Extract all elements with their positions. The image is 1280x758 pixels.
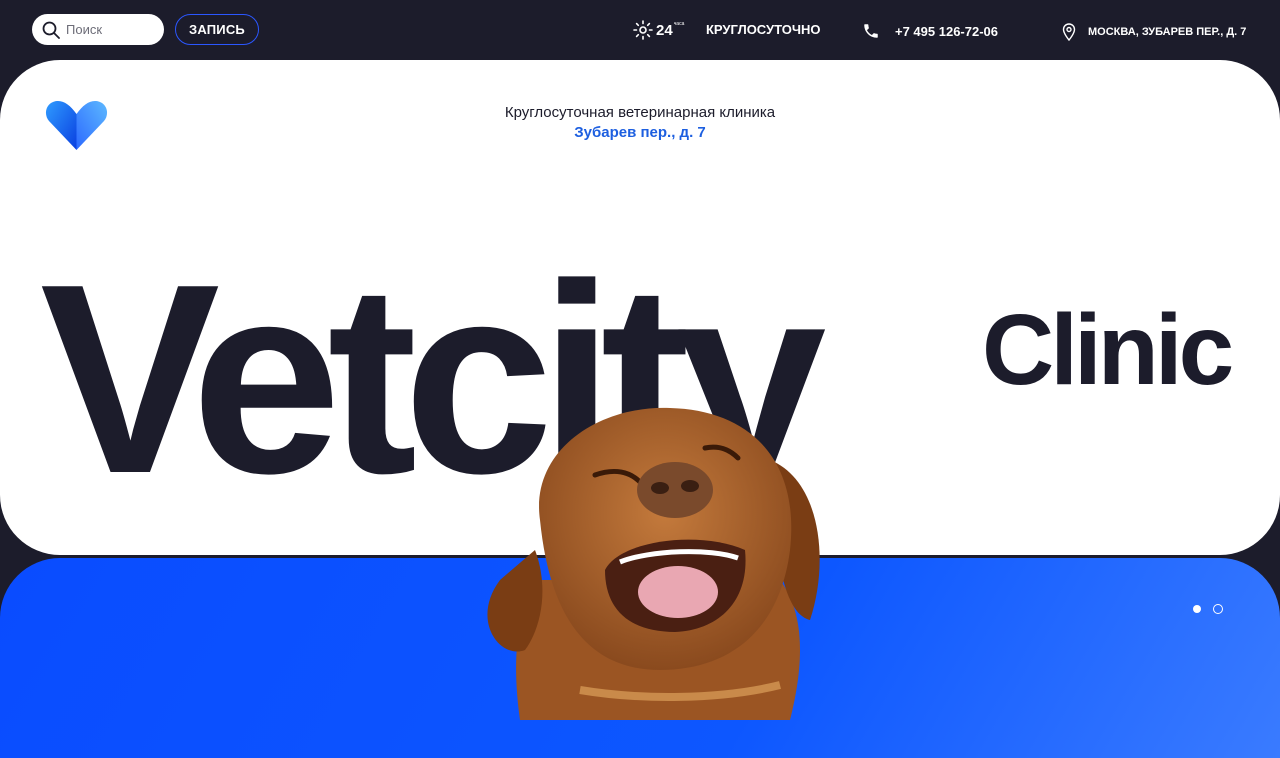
hero-subtitle: Круглосуточная ветеринарная клиника: [504, 104, 776, 121]
dog-photo: [487, 407, 820, 720]
hours-label: КРУГЛОСУТОЧНО: [706, 22, 821, 37]
hero-address-link[interactable]: Зубарев пер., д. 7: [0, 124, 1280, 141]
hours-unit: часа: [673, 21, 685, 27]
slider-dots: [1193, 604, 1223, 614]
phone-link[interactable]: +7 495 126-72-06: [862, 22, 998, 40]
hours-badge: 24 часа: [633, 18, 684, 42]
location-pin-icon: [1062, 23, 1076, 41]
header-address[interactable]: МОСКВА, ЗУБАРЕВ ПЕР., Д. 7: [1062, 23, 1246, 41]
header-address-text: МОСКВА, ЗУБАРЕВ ПЕР., Д. 7: [1088, 26, 1247, 38]
hours-number: 24: [656, 21, 673, 39]
slider-dot-1[interactable]: [1193, 605, 1201, 613]
phone-number[interactable]: +7 495 126-72-06: [895, 24, 998, 39]
slider-dot-2[interactable]: [1213, 604, 1223, 614]
search-icon: [42, 21, 60, 39]
phone-icon: [864, 24, 878, 38]
signup-button[interactable]: ЗАПИСЬ: [175, 14, 259, 45]
hero-title-suffix: Clinic: [982, 294, 1234, 406]
sun-24-icon: [633, 20, 653, 40]
search-input[interactable]: [66, 22, 156, 37]
top-bar: ЗАПИСЬ 24 часа КРУГЛОСУТОЧНО +7 495 126-…: [0, 0, 1280, 60]
search-field[interactable]: [32, 14, 164, 45]
